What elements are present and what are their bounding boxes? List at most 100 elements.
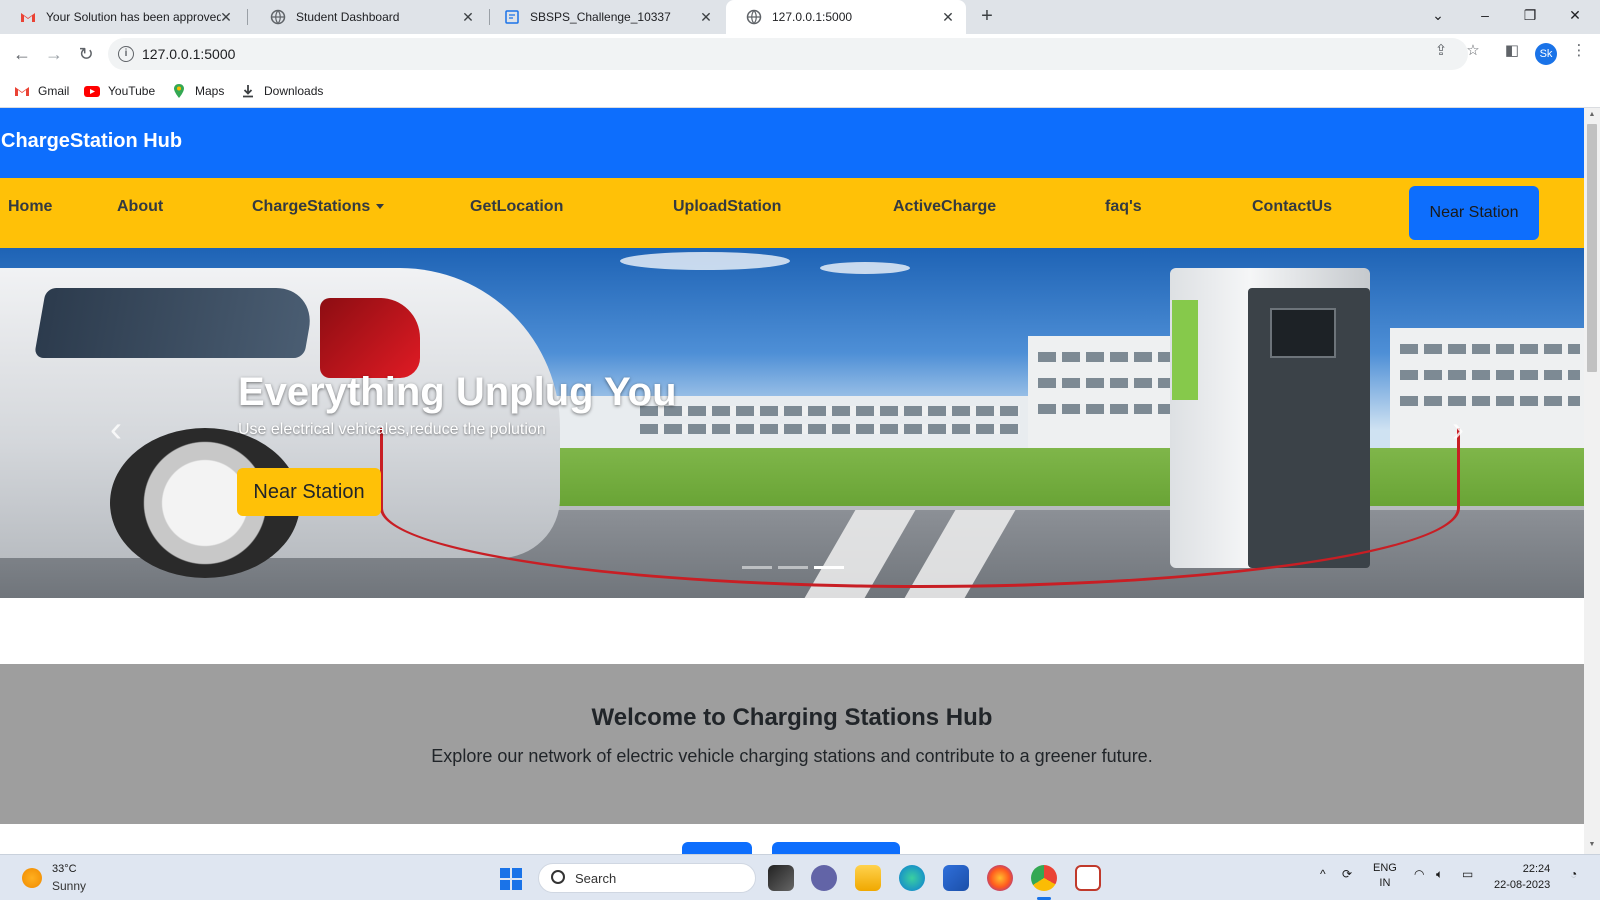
tab-gmail[interactable]: Your Solution has been approved ✕ bbox=[0, 0, 244, 34]
close-icon[interactable]: ✕ bbox=[460, 9, 476, 25]
nav-about[interactable]: About bbox=[117, 198, 163, 216]
welcome-section: Welcome to Charging Stations Hub Explore… bbox=[0, 664, 1584, 824]
nav-near-station-button[interactable]: Near Station bbox=[1409, 186, 1539, 240]
building-windows bbox=[1038, 404, 1188, 414]
tab-title: 127.0.0.1:5000 bbox=[772, 10, 853, 24]
bookmark-star-icon[interactable]: ☆ bbox=[1464, 42, 1482, 60]
menu-dots-icon[interactable]: ⋮ bbox=[1570, 42, 1588, 60]
charging-station-stripe bbox=[1172, 300, 1198, 400]
input-language[interactable]: ENG IN bbox=[1373, 861, 1397, 891]
building-windows bbox=[1038, 352, 1188, 362]
site-info-icon[interactable]: i bbox=[118, 46, 134, 62]
close-icon[interactable]: ✕ bbox=[940, 9, 956, 25]
close-icon[interactable]: ✕ bbox=[698, 9, 714, 25]
taskbar-search-label: Search bbox=[575, 871, 617, 886]
taskbar-search[interactable]: Search bbox=[538, 863, 756, 893]
weather-temperature[interactable]: 33°C bbox=[52, 863, 77, 875]
tab-search-icon[interactable]: ⌄ bbox=[1425, 4, 1451, 26]
start-tile bbox=[512, 880, 522, 890]
download-icon bbox=[243, 85, 253, 98]
volume-icon[interactable]: 🔈︎ bbox=[1436, 867, 1443, 882]
welcome-text: Explore our network of electric vehicle … bbox=[431, 746, 1153, 766]
share-icon[interactable]: ⇪ bbox=[1432, 42, 1450, 60]
bookmark-youtube[interactable]: YouTube bbox=[84, 83, 155, 99]
teams-chat-icon[interactable] bbox=[811, 865, 837, 891]
brand-logo-text[interactable]: ChargeStation Hub bbox=[1, 130, 182, 153]
sun-icon[interactable] bbox=[22, 868, 42, 888]
side-panel-icon[interactable]: ◧ bbox=[1503, 42, 1521, 60]
hero-title: Everything Unplug You bbox=[238, 370, 677, 414]
address-bar[interactable]: i 127.0.0.1:5000 bbox=[108, 38, 1468, 70]
clock-time: 22:24 bbox=[1522, 863, 1551, 875]
scroll-down-icon[interactable]: ▼ bbox=[1587, 841, 1597, 851]
forward-arrow-icon[interactable]: → bbox=[42, 43, 66, 67]
search-icon bbox=[551, 870, 565, 884]
nav-chargestations-label: ChargeStations bbox=[252, 198, 371, 215]
nav-uploadstation[interactable]: UploadStation bbox=[673, 198, 781, 216]
tab-student-dashboard[interactable]: Student Dashboard ✕ bbox=[250, 0, 486, 34]
hero-near-station-button[interactable]: Near Station bbox=[237, 468, 381, 516]
notifications-icon[interactable]: ◔ bbox=[1570, 867, 1577, 881]
language-line2: IN bbox=[1379, 877, 1391, 889]
close-icon[interactable]: ✕ bbox=[218, 9, 234, 25]
carousel-next-icon[interactable]: › bbox=[1452, 408, 1464, 450]
cloud bbox=[820, 262, 910, 274]
battery-icon[interactable]: ▭ bbox=[1462, 867, 1473, 881]
charging-cable bbox=[380, 428, 1460, 588]
scrollbar-thumb[interactable] bbox=[1587, 124, 1597, 372]
carousel-indicator[interactable] bbox=[742, 566, 772, 569]
task-view-icon[interactable] bbox=[768, 865, 794, 891]
carousel-indicator[interactable] bbox=[778, 566, 808, 569]
nav-home[interactable]: Home bbox=[8, 198, 52, 216]
chevron-up-icon[interactable]: ^ bbox=[1320, 867, 1326, 881]
windows-start-icon[interactable] bbox=[500, 868, 522, 890]
minimize-button[interactable]: – bbox=[1472, 4, 1498, 26]
nav-faqs[interactable]: faq's bbox=[1105, 198, 1142, 216]
bookmark-gmail[interactable]: Gmail bbox=[14, 83, 69, 99]
start-tile bbox=[512, 868, 522, 878]
building-windows bbox=[1400, 370, 1580, 380]
carousel-indicator-active[interactable] bbox=[814, 566, 844, 569]
microsoft-store-icon[interactable] bbox=[943, 865, 969, 891]
back-arrow-icon[interactable]: ← bbox=[10, 43, 34, 67]
bookmarks-bar: Gmail YouTube Maps Downloads bbox=[0, 74, 1600, 108]
nav-activecharge[interactable]: ActiveCharge bbox=[893, 198, 996, 216]
weather-condition[interactable]: Sunny bbox=[52, 879, 86, 893]
youtube-icon bbox=[84, 86, 100, 97]
partial-button[interactable] bbox=[772, 842, 900, 854]
scroll-up-icon[interactable]: ▲ bbox=[1587, 111, 1597, 121]
building-windows bbox=[1400, 344, 1580, 354]
sync-icon[interactable]: ⟳ bbox=[1342, 867, 1352, 881]
hero-subtitle: Use electrical vehicales,reduce the polu… bbox=[238, 421, 546, 438]
wifi-icon[interactable]: ◠ bbox=[1414, 867, 1424, 881]
system-clock[interactable]: 22:24 22-08-2023 bbox=[1494, 861, 1550, 893]
globe-icon bbox=[270, 9, 286, 25]
firefox-icon[interactable] bbox=[987, 865, 1013, 891]
restore-button[interactable]: ❐ bbox=[1517, 4, 1543, 26]
new-tab-button[interactable]: + bbox=[976, 6, 998, 28]
car-window bbox=[33, 288, 317, 358]
profile-avatar[interactable]: Sk bbox=[1535, 43, 1557, 65]
bookmark-downloads[interactable]: Downloads bbox=[240, 83, 323, 99]
page-scrollbar[interactable]: ▲ ▼ bbox=[1584, 108, 1600, 854]
tab-sbsps-challenge[interactable]: SBSPS_Challenge_10337 ✕ bbox=[484, 0, 724, 34]
url-text[interactable]: 127.0.0.1:5000 bbox=[142, 46, 235, 62]
nav-chargestations-dropdown[interactable]: ChargeStations bbox=[252, 198, 385, 216]
chrome-icon[interactable] bbox=[1031, 865, 1057, 891]
app-icon[interactable] bbox=[1075, 865, 1101, 891]
nav-getlocation[interactable]: GetLocation bbox=[470, 198, 563, 216]
file-explorer-icon[interactable] bbox=[855, 865, 881, 891]
bookmark-label: Gmail bbox=[38, 84, 70, 98]
reload-icon[interactable]: ↻ bbox=[74, 43, 98, 67]
main-navbar: Home About ChargeStations GetLocation Up… bbox=[0, 178, 1584, 248]
edge-browser-icon[interactable] bbox=[899, 865, 925, 891]
building-windows bbox=[1400, 396, 1580, 406]
close-window-button[interactable]: ✕ bbox=[1562, 4, 1588, 26]
charging-station-screen bbox=[1270, 308, 1336, 358]
bookmark-maps[interactable]: Maps bbox=[171, 83, 224, 99]
nav-contactus[interactable]: ContactUs bbox=[1252, 198, 1332, 216]
carousel-prev-icon[interactable]: ‹ bbox=[110, 408, 122, 450]
partial-button[interactable] bbox=[682, 842, 752, 854]
building-windows bbox=[1038, 378, 1188, 388]
tab-localhost[interactable]: 127.0.0.1:5000 ✕ bbox=[726, 0, 966, 34]
